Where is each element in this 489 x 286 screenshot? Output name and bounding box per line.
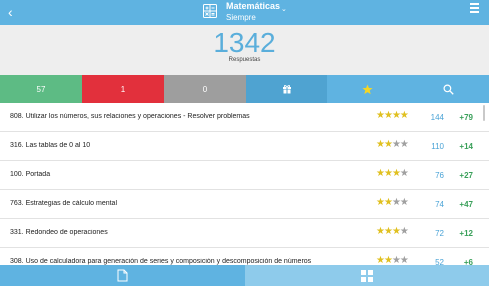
star-icon: ★ <box>383 139 393 150</box>
document-icon <box>117 269 128 282</box>
total-answers-label: Respuestas <box>228 57 261 63</box>
list-item[interactable]: 100. Portada ★★★★ 76 +27 <box>0 161 489 190</box>
answers-count: 110 <box>431 142 444 151</box>
total-answers-count: 1342 <box>213 27 276 58</box>
topic-title: 331. Redondeo de operaciones <box>10 229 108 236</box>
star-icon: ★ <box>399 168 409 179</box>
period-subtitle: Siempre <box>226 13 256 22</box>
topic-title: 100. Portada <box>10 171 51 178</box>
search-button[interactable] <box>408 75 489 103</box>
list-item[interactable]: 316. Las tablas de 0 al 10 ★★★★ 110 +14 <box>0 132 489 161</box>
star-icon: ★ <box>399 255 409 265</box>
page-title: Matemáticas <box>226 1 281 11</box>
star-icon: ★ <box>391 110 401 121</box>
filter-bar: 57 1 0 <box>0 75 489 103</box>
star-rating: ★★★★ <box>376 110 409 122</box>
star-icon: ★ <box>376 255 385 265</box>
star-icon: ★ <box>376 197 385 208</box>
gift-icon <box>282 85 291 94</box>
filter-wrong-count: 1 <box>120 84 126 94</box>
star-icon: ★ <box>391 139 401 150</box>
filter-gift-button[interactable] <box>246 75 327 103</box>
star-icon: ★ <box>383 255 393 265</box>
answers-count: 144 <box>430 113 444 122</box>
hamburger-menu-icon[interactable] <box>470 3 479 13</box>
app-screen: ‹ Matemáticas Siempre ⌄ 1342 Respuestas … <box>0 0 489 286</box>
star-icon: ★ <box>391 255 401 265</box>
star-rating: ★★★★ <box>376 168 409 180</box>
topics-list: 808. Utilizar los números, sus relacione… <box>0 103 489 265</box>
top-bar: ‹ Matemáticas Siempre ⌄ <box>0 0 489 25</box>
star-icon: ★ <box>391 168 401 179</box>
list-scrollbar[interactable] <box>483 105 485 121</box>
filter-unanswered-count: 0 <box>202 84 208 94</box>
star-icon: ★ <box>383 197 393 208</box>
star-icon: ★ <box>391 226 401 237</box>
star-rating: ★★★★ <box>376 255 409 265</box>
tab-grid[interactable] <box>245 265 489 286</box>
answers-count: 74 <box>435 200 444 209</box>
star-icon: ★ <box>391 197 401 208</box>
filter-favorites-button[interactable] <box>327 75 408 103</box>
topic-title: 763. Estrategias de cálculo mental <box>10 200 118 207</box>
star-icon: ★ <box>376 110 385 121</box>
bottom-nav <box>0 265 489 286</box>
score-gain: +27 <box>459 171 473 180</box>
tab-documents[interactable] <box>0 265 245 286</box>
star-rating: ★★★★ <box>376 197 409 209</box>
list-item[interactable]: 763. Estrategias de cálculo mental ★★★★ 74… <box>0 190 489 219</box>
grid-icon <box>361 269 373 282</box>
answers-count: 72 <box>435 229 444 238</box>
subject-selector[interactable]: Matemáticas Siempre <box>226 1 280 23</box>
star-icon: ★ <box>376 226 385 237</box>
star-icon: ★ <box>399 110 409 121</box>
star-rating: ★★★★ <box>376 226 409 238</box>
star-icon: ★ <box>376 168 385 179</box>
filter-correct-button[interactable]: 57 <box>0 75 82 103</box>
topic-title: 308. Uso de calculadora para generación … <box>10 258 312 265</box>
chevron-left-icon[interactable]: ‹ <box>8 2 13 22</box>
star-icon: ★ <box>383 168 393 179</box>
topic-title: 316. Las tablas de 0 al 10 <box>10 142 91 149</box>
list-item[interactable]: 308. Uso de calculadora para generación … <box>0 248 489 265</box>
list-item[interactable]: 808. Utilizar los números, sus relacione… <box>0 103 489 132</box>
list-item[interactable]: 331. Redondeo de operaciones ★★★★ 72 +12 <box>0 219 489 248</box>
answers-count: 52 <box>435 258 444 265</box>
answers-summary: 1342 Respuestas <box>0 25 489 75</box>
star-icon: ★ <box>399 197 409 208</box>
filter-correct-count: 57 <box>36 84 46 94</box>
star-rating: ★★★★ <box>376 139 409 151</box>
star-icon: ★ <box>383 110 393 121</box>
star-icon: ★ <box>376 139 385 150</box>
score-gain: +47 <box>459 200 473 209</box>
topic-title: 808. Utilizar los números, sus relacione… <box>10 113 250 120</box>
star-icon: ★ <box>399 139 409 150</box>
chevron-down-icon[interactable]: ⌄ <box>281 5 287 13</box>
star-icon: ★ <box>383 226 393 237</box>
score-gain: +79 <box>459 113 473 122</box>
star-icon <box>362 84 373 94</box>
score-gain: +14 <box>459 142 473 151</box>
filter-wrong-button[interactable]: 1 <box>82 75 164 103</box>
filter-unanswered-button[interactable]: 0 <box>164 75 246 103</box>
star-icon: ★ <box>399 226 409 237</box>
score-gain: +6 <box>463 258 473 265</box>
score-gain: +12 <box>459 229 473 238</box>
answers-count: 76 <box>435 171 444 180</box>
calculator-icon <box>203 4 217 18</box>
search-icon <box>443 83 454 95</box>
